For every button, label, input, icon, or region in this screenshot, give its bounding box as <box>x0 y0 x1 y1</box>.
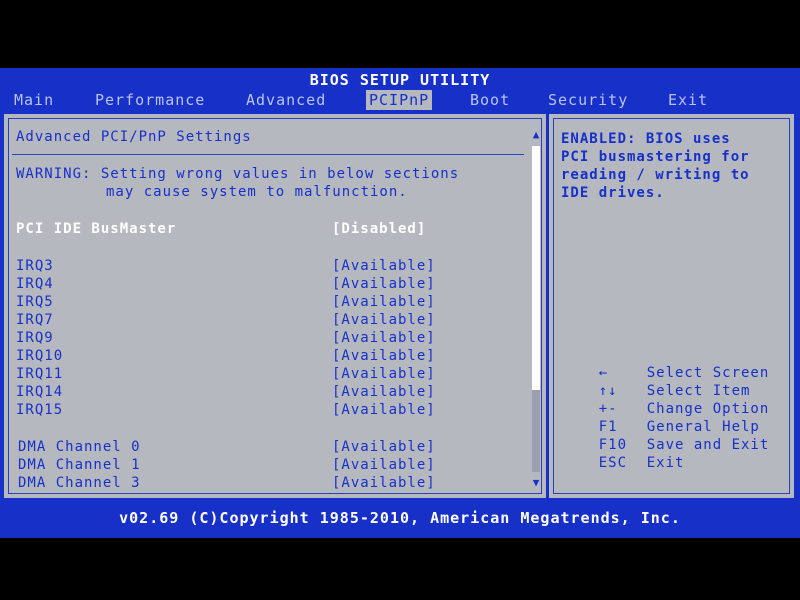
key-hint-action: Exit <box>646 455 685 471</box>
tab-security[interactable]: Security <box>548 90 628 110</box>
setting-value[interactable]: [Available] <box>332 401 436 419</box>
key-hint-exit: ESC Exit <box>561 436 684 490</box>
setting-value[interactable]: [Available] <box>332 438 436 456</box>
setting-label: DMA Channel 1 <box>18 457 141 473</box>
tab-pcipnp[interactable]: PCIPnP <box>366 90 433 110</box>
setting-value[interactable]: [Disabled] <box>332 220 426 238</box>
help-text-line-4: IDE drives. <box>561 185 665 201</box>
tab-boot[interactable]: Boot <box>470 90 510 110</box>
tab-advanced[interactable]: Advanced <box>246 90 326 110</box>
help-text-line-1: ENABLED: BIOS uses <box>561 131 731 147</box>
setting-label: IRQ10 <box>16 348 64 364</box>
key-label: ESC <box>598 455 628 471</box>
setting-label: PCI IDE BusMaster <box>16 221 177 237</box>
scroll-up-arrow-icon[interactable]: ▲ <box>529 128 543 142</box>
tab-main[interactable]: Main <box>14 90 54 110</box>
setting-label: IRQ9 <box>16 330 54 346</box>
scroll-track[interactable] <box>532 146 540 472</box>
help-text-line-3: reading / writing to <box>561 167 750 183</box>
setting-value[interactable]: [Available] <box>332 474 436 492</box>
setting-label: IRQ11 <box>16 366 64 382</box>
setting-value[interactable]: [Available] <box>332 293 436 311</box>
scroll-down-arrow-icon[interactable]: ▼ <box>529 476 543 490</box>
warning-line-2: may cause system to malfunction. <box>106 184 408 200</box>
setting-value[interactable]: [Available] <box>332 365 436 383</box>
tab-bar: Main Performance Advanced PCIPnP Boot Se… <box>0 90 800 110</box>
setting-label: IRQ5 <box>16 294 54 310</box>
setting-label: IRQ7 <box>16 312 54 328</box>
setting-label: IRQ3 <box>16 258 54 274</box>
section-divider <box>12 154 524 155</box>
setting-value[interactable]: [Available] <box>332 275 436 293</box>
section-title: Advanced PCI/PnP Settings <box>16 129 252 145</box>
tab-performance[interactable]: Performance <box>95 90 205 110</box>
setting-value[interactable]: [Available] <box>332 257 436 275</box>
setting-label: DMA Channel 3 <box>18 475 141 491</box>
setting-label: DMA Channel 0 <box>18 439 141 455</box>
scrollbar[interactable]: ▲ ▼ <box>529 128 543 490</box>
copyright-footer: v02.69 (C)Copyright 1985-2010, American … <box>119 509 681 527</box>
setting-label: IRQ14 <box>16 384 64 400</box>
settings-panel: Advanced PCI/PnP Settings WARNING: Setti… <box>2 112 548 500</box>
warning-line-1: WARNING: Setting wrong values in below s… <box>16 166 460 182</box>
setting-label: IRQ4 <box>16 276 54 292</box>
setting-value[interactable]: [Available] <box>332 311 436 329</box>
help-text-line-2: PCI busmastering for <box>561 149 750 165</box>
tab-exit[interactable]: Exit <box>668 90 708 110</box>
setting-value[interactable]: [Available] <box>332 347 436 365</box>
setting-value[interactable]: [Available] <box>332 329 436 347</box>
setting-value[interactable]: [Available] <box>332 383 436 401</box>
bios-title: BIOS SETUP UTILITY <box>309 71 491 89</box>
scroll-thumb[interactable] <box>532 146 540 390</box>
setting-value[interactable]: [Available] <box>332 456 436 474</box>
help-panel: ENABLED: BIOS uses PCI busmastering for … <box>547 112 796 500</box>
setting-label: IRQ15 <box>16 402 64 418</box>
